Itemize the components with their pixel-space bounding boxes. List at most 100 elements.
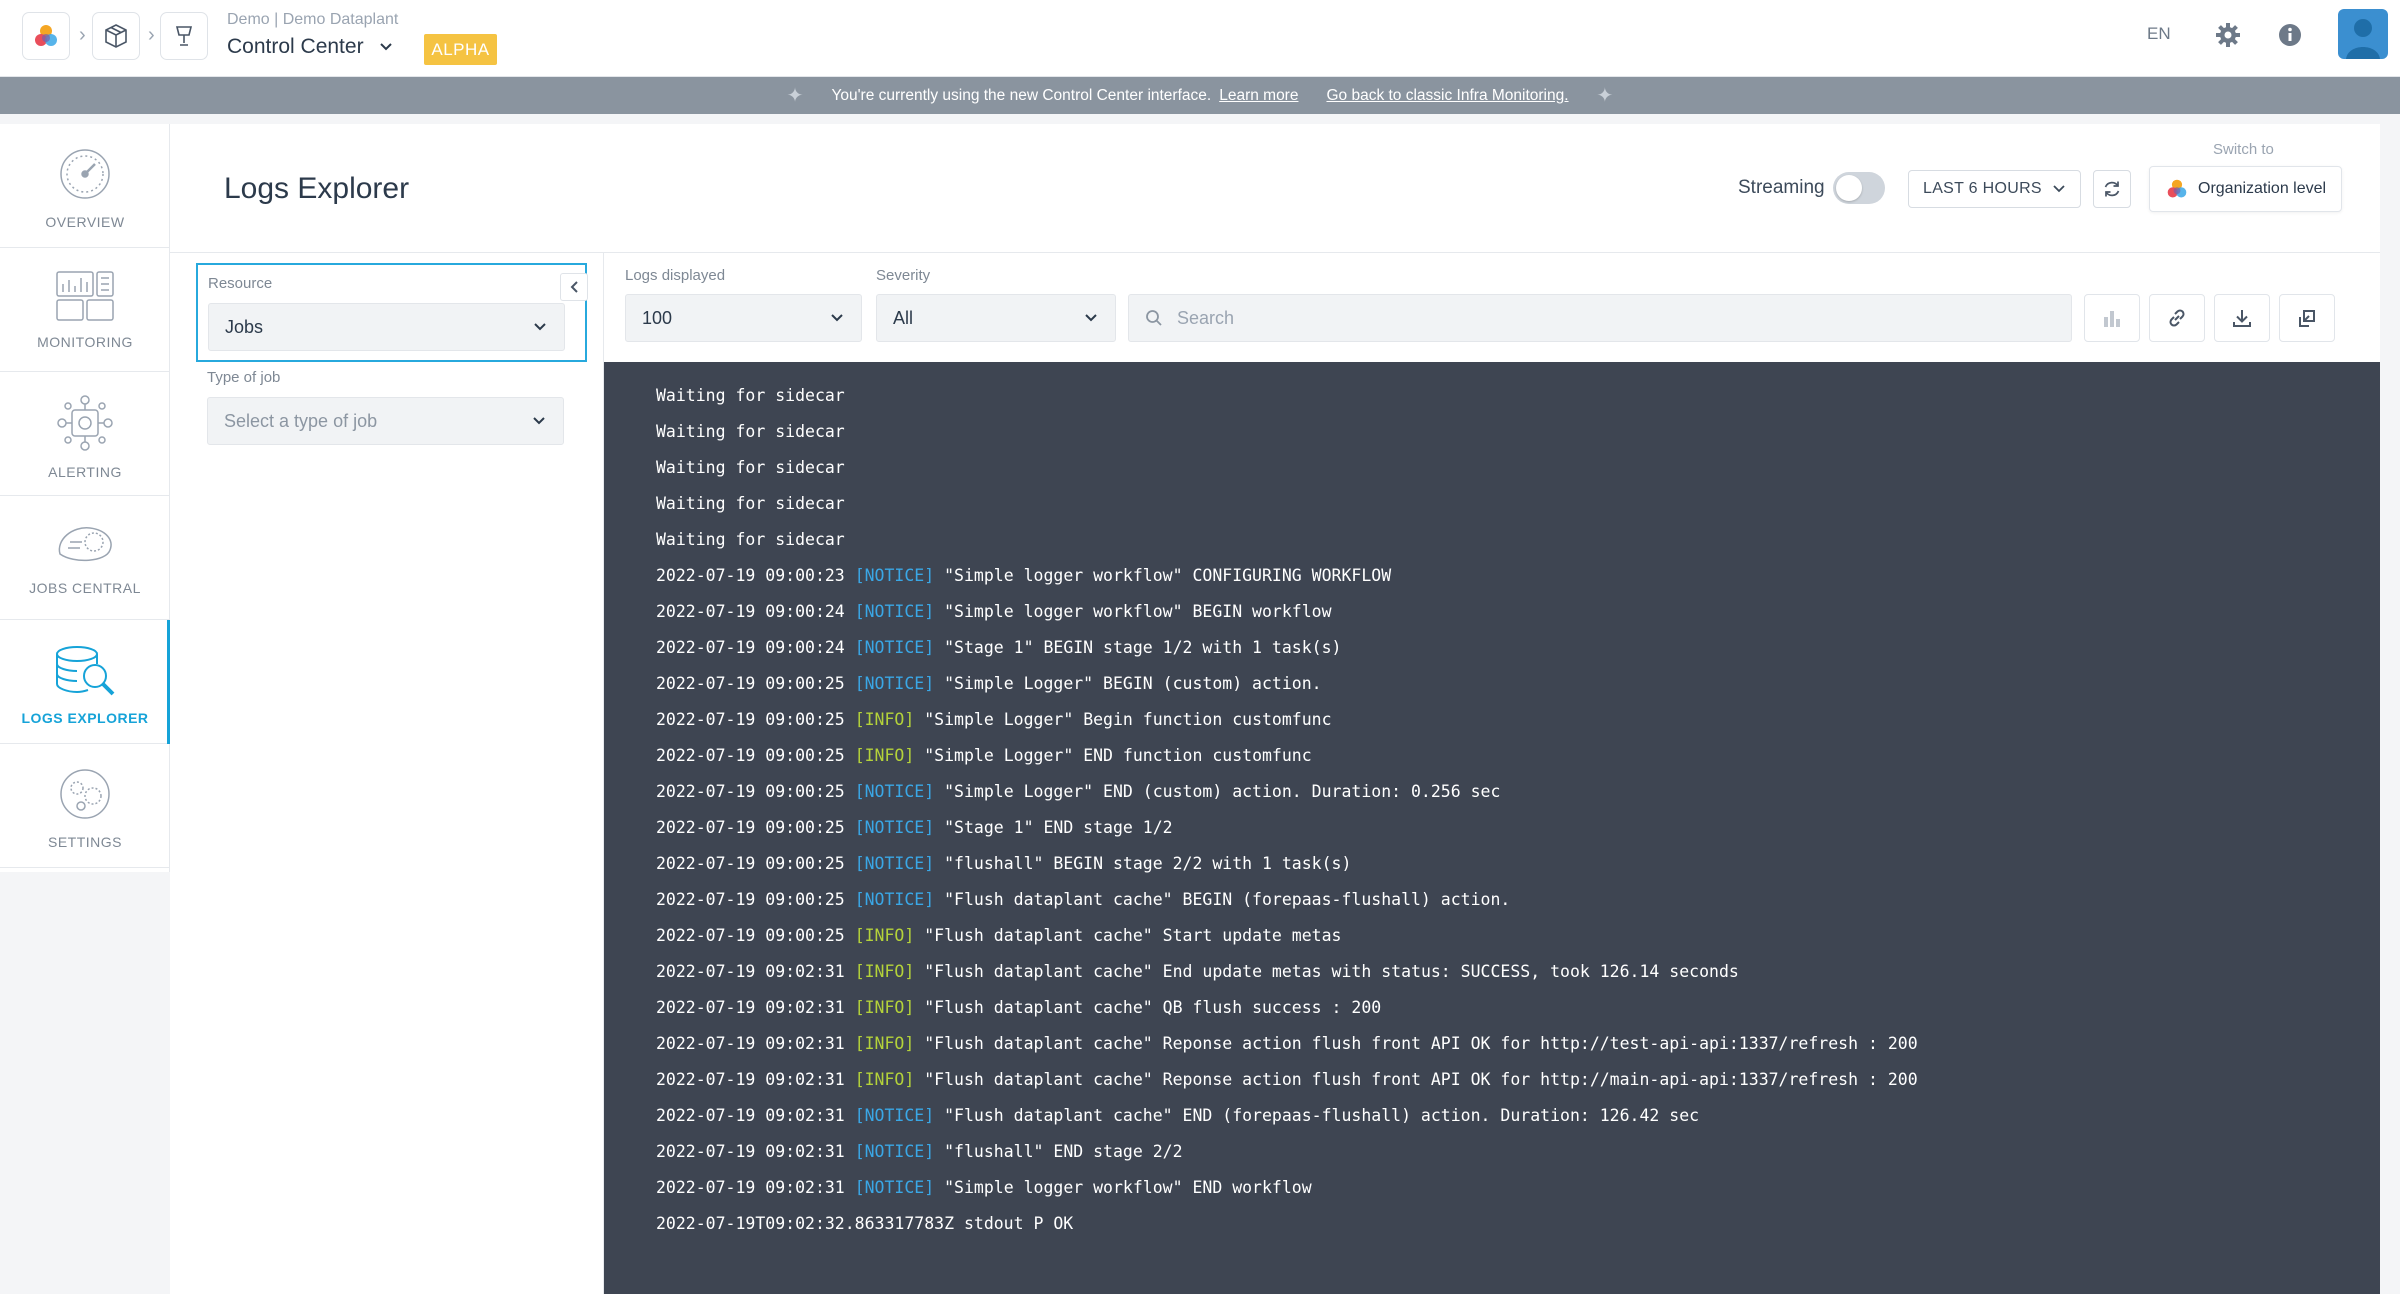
refresh-button[interactable] — [2093, 170, 2131, 208]
resource-select[interactable]: Jobs — [208, 303, 565, 351]
organization-level-label: Organization level — [2198, 180, 2327, 197]
log-message: "Flush dataplant cache" Reponse action f… — [924, 1070, 1918, 1089]
filter-panel: Resource Jobs Type of job Select a type … — [170, 253, 604, 1294]
log-line: 2022-07-19 09:00:23 [NOTICE] "Simple log… — [656, 558, 2380, 594]
log-severity-value: INFO — [864, 746, 905, 765]
log-severity: [INFO] — [854, 746, 915, 765]
streaming-toggle[interactable] — [1833, 172, 1885, 204]
log-timestamp: 2022-07-19 09:00:25 — [656, 854, 845, 873]
user-silhouette-icon — [2346, 19, 2380, 59]
log-timestamp: 2022-07-19 09:00:25 — [656, 818, 845, 837]
log-severity-value: NOTICE — [864, 782, 925, 801]
copy-link-button[interactable] — [2149, 294, 2205, 342]
log-line: 2022-07-19 09:00:25 [NOTICE] "Simple Log… — [656, 774, 2380, 810]
log-severity-value: NOTICE — [864, 566, 925, 585]
log-timestamp: 2022-07-19 09:00:25 — [656, 710, 845, 729]
download-button[interactable] — [2214, 294, 2270, 342]
time-range-dropdown[interactable]: LAST 6 HOURS — [1908, 170, 2081, 208]
organization-level-button[interactable]: Organization level — [2149, 166, 2342, 212]
download-icon — [2233, 310, 2251, 327]
log-message: "Flush dataplant cache" Start update met… — [924, 926, 1342, 945]
log-timestamp: 2022-07-19 09:00:25 — [656, 890, 845, 909]
language-selector[interactable]: EN — [2147, 24, 2171, 44]
nav-item-settings[interactable]: SETTINGS — [0, 744, 170, 868]
expand-button[interactable] — [2279, 294, 2335, 342]
log-severity-value: NOTICE — [864, 638, 925, 657]
log-severity: [INFO] — [854, 710, 915, 729]
nav-label: LOGS EXPLORER — [21, 710, 149, 726]
log-line: 2022-07-19 09:00:24 [NOTICE] "Stage 1" B… — [656, 630, 2380, 666]
lamp-icon — [175, 26, 193, 46]
log-severity-value: INFO — [864, 962, 905, 981]
nav-item-alerting[interactable]: ALERTING — [0, 372, 170, 496]
log-severity: [INFO] — [854, 962, 915, 981]
classic-monitoring-link[interactable]: Go back to classic Infra Monitoring. — [1326, 87, 1568, 105]
info-button[interactable] — [2273, 18, 2307, 52]
log-severity: [NOTICE] — [854, 602, 935, 621]
app-logo-button[interactable] — [22, 12, 70, 60]
gauge-icon — [60, 149, 110, 199]
log-timestamp: 2022-07-19 09:02:31 — [656, 1142, 845, 1161]
nav-item-jobs-central[interactable]: JOBS CENTRAL — [0, 496, 170, 620]
log-timestamp: 2022-07-19 09:00:23 — [656, 566, 845, 585]
log-severity: [NOTICE] — [854, 818, 935, 837]
log-line: 2022-07-19 09:02:31 [INFO] "Flush datapl… — [656, 1026, 2380, 1062]
chart-view-button[interactable] — [2084, 294, 2140, 342]
chevron-down-icon — [831, 314, 843, 322]
user-avatar[interactable] — [2338, 9, 2388, 59]
sparkle-icon: ✦ — [786, 85, 804, 107]
type-of-job-select[interactable]: Select a type of job — [207, 397, 564, 445]
toggle-knob — [1836, 175, 1862, 201]
log-message: 2022-07-19T09:02:32.863317783Z stdout P … — [656, 1214, 1074, 1233]
dataplant-button[interactable] — [92, 12, 140, 60]
log-message: "Simple Logger" END function customfunc — [924, 746, 1312, 765]
forepaas-logo-icon — [35, 25, 57, 46]
log-severity-value: NOTICE — [864, 818, 925, 837]
log-line: Waiting for sidecar — [656, 378, 2380, 414]
nav-item-monitoring[interactable]: MONITORING — [0, 248, 170, 372]
log-line: 2022-07-19T09:02:32.863317783Z stdout P … — [656, 1206, 2380, 1242]
side-nav: OVERVIEW MONITORING ALERTING JOBS CENTRA… — [0, 124, 171, 872]
log-timestamp: 2022-07-19 09:02:31 — [656, 962, 845, 981]
info-icon — [2279, 24, 2301, 46]
collapse-panel-button[interactable] — [560, 273, 588, 301]
log-timestamp: 2022-07-19 09:02:31 — [656, 998, 845, 1017]
log-message: "Simple logger workflow" BEGIN workflow — [944, 602, 1332, 621]
log-message: "flushall" BEGIN stage 2/2 with 1 task(s… — [944, 854, 1352, 873]
log-severity: [NOTICE] — [854, 782, 935, 801]
log-message: "flushall" END stage 2/2 — [944, 1142, 1183, 1161]
learn-more-link[interactable]: Learn more — [1219, 87, 1298, 105]
sparkle-icon: ✦ — [1596, 85, 1614, 107]
severity-select[interactable]: All — [876, 294, 1116, 342]
log-message: "Simple Logger" BEGIN (custom) action. — [944, 674, 1322, 693]
log-line: 2022-07-19 09:02:31 [INFO] "Flush datapl… — [656, 954, 2380, 990]
logs-displayed-label: Logs displayed — [625, 267, 726, 284]
log-message: "Simple Logger" Begin function customfun… — [924, 710, 1332, 729]
log-severity: [INFO] — [854, 998, 915, 1017]
log-severity: [INFO] — [854, 1070, 915, 1089]
log-message: "Flush dataplant cache" Reponse action f… — [924, 1034, 1918, 1053]
logs-displayed-value: 100 — [642, 307, 673, 328]
severity-value: All — [893, 307, 914, 328]
log-severity-value: INFO — [864, 998, 905, 1017]
log-console[interactable]: Waiting for sidecar Waiting for sidecar Wa… — [604, 362, 2380, 1294]
log-line: 2022-07-19 09:00:25 [INFO] "Simple Logge… — [656, 738, 2380, 774]
log-message: Waiting for sidecar — [656, 494, 845, 513]
log-timestamp: 2022-07-19 09:00:25 — [656, 926, 845, 945]
log-message: "Stage 1" BEGIN stage 1/2 with 1 task(s) — [944, 638, 1342, 657]
project-switcher[interactable]: Control Center — [227, 35, 394, 59]
log-line: Waiting for sidecar — [656, 450, 2380, 486]
log-line: 2022-07-19 09:00:24 [NOTICE] "Simple log… — [656, 594, 2380, 630]
search-input[interactable]: Search — [1128, 294, 2072, 342]
nav-item-overview[interactable]: OVERVIEW — [0, 124, 170, 248]
settings-gear-button[interactable] — [2211, 18, 2245, 52]
nav-item-logs-explorer[interactable]: LOGS EXPLORER — [0, 620, 171, 744]
control-center-button[interactable] — [160, 12, 208, 60]
log-line: 2022-07-19 09:02:31 [NOTICE] "Simple log… — [656, 1170, 2380, 1206]
chevron-down-icon — [1085, 314, 1097, 322]
chevron-down-icon — [2053, 185, 2065, 193]
breadcrumb-chevron-icon: › — [148, 24, 155, 46]
nav-label: OVERVIEW — [45, 214, 125, 230]
logs-displayed-select[interactable]: 100 — [625, 294, 862, 342]
log-message: "Flush dataplant cache" QB flush success… — [924, 998, 1382, 1017]
